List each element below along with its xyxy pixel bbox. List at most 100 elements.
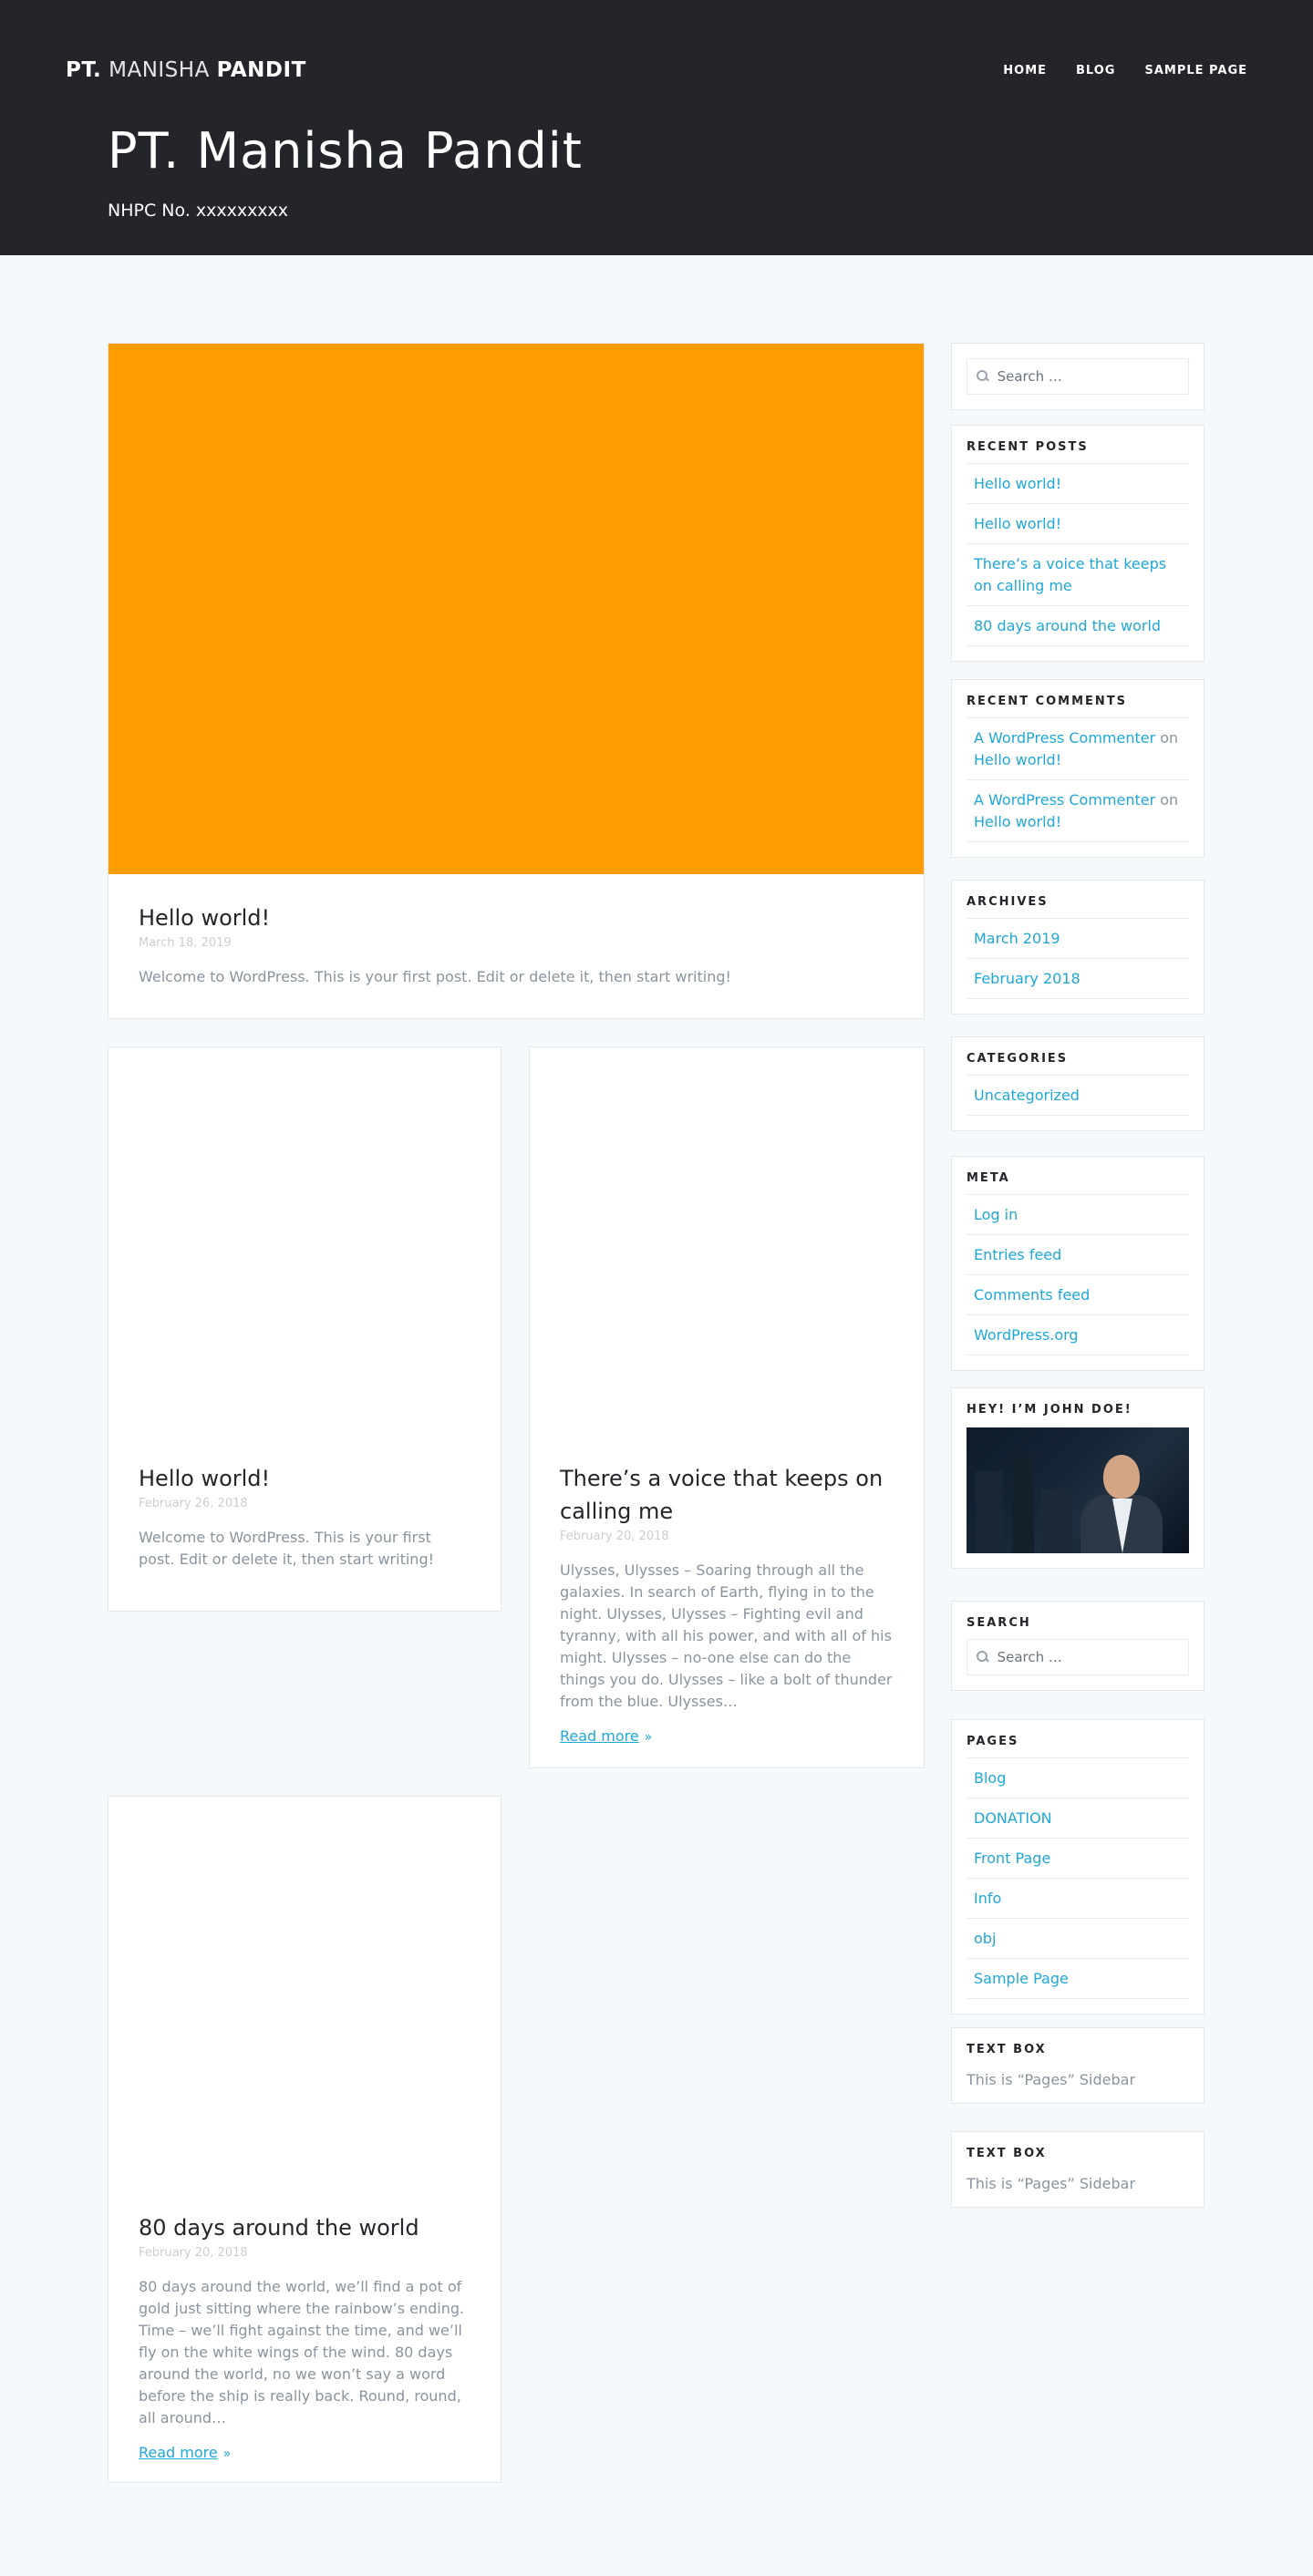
widget-title: CATEGORIES	[967, 1052, 1069, 1066]
meta-link-comments-feed[interactable]: Comments feed	[974, 1286, 1090, 1303]
recent-post-link[interactable]: Hello world!	[974, 515, 1061, 532]
widget-title: PAGES	[967, 1735, 1019, 1748]
search-icon	[977, 1651, 988, 1664]
meta-link-entries-feed[interactable]: Entries feed	[974, 1246, 1061, 1263]
comment-post-link[interactable]: Hello world!	[974, 813, 1061, 830]
widget-title: RECENT COMMENTS	[967, 695, 1128, 708]
list-item: Sample Page	[967, 1958, 1189, 1999]
brand-part-1: PT.	[66, 58, 102, 82]
site-header: PT. MANISHA PANDIT HOME BLOG SAMPLE PAGE…	[0, 0, 1313, 255]
featured-post-image[interactable]	[109, 344, 924, 874]
post-title-link[interactable]: There’s a voice that keeps on calling me	[560, 1462, 894, 1528]
list-item: Front Page	[967, 1838, 1189, 1878]
post-title-link[interactable]: Hello world!	[139, 1462, 470, 1495]
nav-sample-page[interactable]: SAMPLE PAGE	[1144, 64, 1247, 77]
read-more-link[interactable]: Read more »	[560, 1727, 652, 1745]
page-link-blog[interactable]: Blog	[974, 1769, 1006, 1787]
widget-title: TEXT BOX	[967, 2147, 1047, 2160]
widget-title: TEXT BOX	[967, 2043, 1047, 2056]
list-item: A WordPress Commenter on Hello world!	[967, 717, 1189, 779]
category-link[interactable]: Uncategorized	[974, 1087, 1080, 1104]
recent-post-link[interactable]: There’s a voice that keeps on calling me	[974, 555, 1166, 594]
profile-photo	[967, 1427, 1189, 1553]
chevrons-right-icon: »	[644, 1730, 653, 1745]
page-link-obj[interactable]: obj	[974, 1930, 996, 1947]
comment-author-link[interactable]: A WordPress Commenter	[974, 791, 1155, 809]
nav-blog[interactable]: BLOG	[1076, 64, 1115, 77]
post-date: February 20, 2018	[560, 1530, 669, 1543]
page-link-info[interactable]: Info	[974, 1890, 1001, 1907]
featured-post-card: Hello world! March 18, 2019 Welcome to W…	[108, 343, 925, 1019]
post-image-placeholder[interactable]	[109, 1047, 501, 1462]
search-input[interactable]	[997, 368, 1179, 385]
post-date: February 26, 2018	[139, 1497, 248, 1510]
post-excerpt: Welcome to WordPress. This is your first…	[139, 1529, 435, 1568]
post-date: March 18, 2019	[139, 936, 232, 950]
comment-author-link[interactable]: A WordPress Commenter	[974, 729, 1155, 747]
page-link-donation[interactable]: DONATION	[974, 1809, 1052, 1827]
meta-link-wordpress[interactable]: WordPress.org	[974, 1326, 1079, 1344]
comment-post-link[interactable]: Hello world!	[974, 751, 1061, 768]
archive-link[interactable]: March 2019	[974, 930, 1060, 947]
archives-widget: ARCHIVES March 2019 February 2018	[951, 880, 1204, 1015]
main-nav: HOME BLOG SAMPLE PAGE	[1003, 64, 1247, 77]
list-item: Log in	[967, 1194, 1189, 1234]
widget-title: RECENT POSTS	[967, 440, 1089, 454]
post-card: Hello world! February 26, 2018 Welcome t…	[108, 1046, 501, 1612]
archive-link[interactable]: February 2018	[974, 970, 1080, 987]
text-box-content: This is “Pages” Sidebar	[967, 2071, 1136, 2088]
list-item: Info	[967, 1878, 1189, 1918]
post-excerpt: Ulysses, Ulysses – Soaring through all t…	[560, 1561, 893, 1710]
page-link-front-page[interactable]: Front Page	[974, 1850, 1050, 1867]
search-input[interactable]	[997, 1649, 1179, 1665]
comment-on-text: on	[1160, 729, 1179, 747]
list-item: Entries feed	[967, 1234, 1189, 1274]
search-box	[967, 358, 1189, 395]
list-item: WordPress.org	[967, 1314, 1189, 1355]
search-box	[967, 1639, 1189, 1675]
meta-widget: META Log in Entries feed Comments feed W…	[951, 1156, 1204, 1371]
post-excerpt: Welcome to WordPress. This is your first…	[139, 968, 731, 985]
brand-part-2: MANISHA	[109, 58, 210, 82]
comment-on-text: on	[1160, 791, 1179, 809]
widget-title: ARCHIVES	[967, 895, 1049, 909]
post-image-placeholder[interactable]	[530, 1047, 924, 1462]
list-item: Blog	[967, 1757, 1189, 1798]
text-box-content: This is “Pages” Sidebar	[967, 2175, 1136, 2192]
text-box-widget: TEXT BOX This is “Pages” Sidebar	[951, 2027, 1204, 2104]
post-card: 80 days around the world February 20, 20…	[108, 1796, 501, 2483]
search-widget-top	[951, 343, 1204, 410]
recent-post-link[interactable]: 80 days around the world	[974, 617, 1161, 634]
post-title-link[interactable]: 80 days around the world	[139, 2211, 470, 2244]
recent-posts-widget: RECENT POSTS Hello world! Hello world! T…	[951, 425, 1204, 662]
chevrons-right-icon: »	[222, 2447, 232, 2461]
search-icon	[977, 370, 988, 383]
categories-widget: CATEGORIES Uncategorized	[951, 1036, 1204, 1131]
recent-post-link[interactable]: Hello world!	[974, 475, 1061, 492]
site-title: PT. Manisha Pandit	[108, 122, 583, 180]
list-item: There’s a voice that keeps on calling me	[967, 543, 1189, 605]
nav-home[interactable]: HOME	[1003, 64, 1047, 77]
list-item: February 2018	[967, 958, 1189, 999]
search-widget: SEARCH	[951, 1601, 1204, 1691]
site-description: NHPC No. xxxxxxxxx	[108, 201, 289, 221]
site-brand-link[interactable]: PT. MANISHA PANDIT	[66, 58, 306, 82]
post-image-placeholder[interactable]	[109, 1797, 501, 2211]
read-more-label: Read more	[139, 2444, 218, 2461]
post-excerpt: 80 days around the world, we’ll find a p…	[139, 2278, 465, 2427]
read-more-link[interactable]: Read more »	[139, 2444, 231, 2461]
list-item: DONATION	[967, 1798, 1189, 1838]
post-title-link[interactable]: Hello world!	[139, 902, 894, 934]
list-item: obj	[967, 1918, 1189, 1958]
list-item: Hello world!	[967, 463, 1189, 503]
pages-widget: PAGES Blog DONATION Front Page Info obj …	[951, 1719, 1204, 2014]
meta-link-login[interactable]: Log in	[974, 1206, 1018, 1223]
list-item: Comments feed	[967, 1274, 1189, 1314]
brand-part-3: PANDIT	[216, 58, 306, 82]
list-item: 80 days around the world	[967, 605, 1189, 646]
widget-title: HEY! I’M JOHN DOE!	[967, 1403, 1132, 1417]
page-link-sample-page[interactable]: Sample Page	[974, 1970, 1069, 1987]
list-item: Uncategorized	[967, 1075, 1189, 1116]
read-more-label: Read more	[560, 1727, 639, 1745]
text-box-widget: TEXT BOX This is “Pages” Sidebar	[951, 2131, 1204, 2208]
